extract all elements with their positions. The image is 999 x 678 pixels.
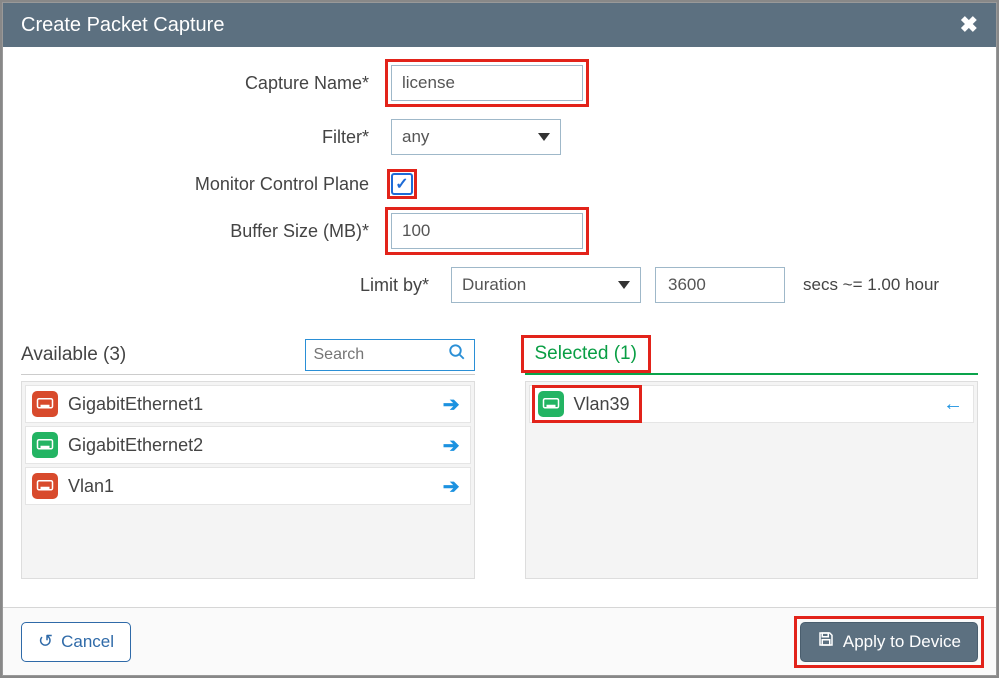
row-buffer-size: Buffer Size (MB)* xyxy=(21,213,978,249)
cancel-label: Cancel xyxy=(61,632,114,652)
buffer-size-input[interactable] xyxy=(391,213,583,249)
modal-title: Create Packet Capture xyxy=(21,14,224,37)
chevron-down-icon xyxy=(618,281,630,289)
ethernet-port-icon xyxy=(538,391,564,417)
ethernet-port-icon xyxy=(32,473,58,499)
interface-name: Vlan1 xyxy=(68,476,114,497)
ethernet-port-icon xyxy=(32,432,58,458)
apply-to-device-button[interactable]: Apply to Device xyxy=(800,622,978,662)
available-search[interactable] xyxy=(305,339,475,371)
modal-header: Create Packet Capture ✖ xyxy=(3,3,996,47)
capture-name-input[interactable] xyxy=(391,65,583,101)
limit-seconds-input[interactable] xyxy=(655,267,785,303)
apply-label: Apply to Device xyxy=(843,632,961,652)
limit-by-value: Duration xyxy=(462,275,526,295)
row-monitor-cp: Monitor Control Plane ✓ xyxy=(21,173,978,195)
selected-title: Selected (1) xyxy=(525,339,647,369)
filter-value: any xyxy=(402,127,429,147)
save-icon xyxy=(817,630,835,653)
label-monitor-cp: Monitor Control Plane xyxy=(21,174,391,195)
row-capture-name: Capture Name* xyxy=(21,65,978,101)
selected-list: Vlan39 ← xyxy=(525,381,979,579)
available-list: GigabitEthernet1 ➔ GigabitEthernet2 ➔ xyxy=(21,381,475,579)
interface-name: GigabitEthernet2 xyxy=(68,435,203,456)
cancel-button[interactable]: ↺ Cancel xyxy=(21,622,131,662)
search-input[interactable] xyxy=(314,346,442,364)
form-area: Capture Name* Filter* any Monitor Co xyxy=(21,65,978,339)
filter-select[interactable]: any xyxy=(391,119,561,155)
arrow-left-icon[interactable]: ← xyxy=(943,393,963,416)
close-icon[interactable]: ✖ xyxy=(960,12,978,38)
modal-body: Capture Name* Filter* any Monitor Co xyxy=(3,47,996,607)
available-panel: Available (3) xyxy=(21,339,475,579)
list-item[interactable]: Vlan39 ← xyxy=(529,385,975,423)
list-item[interactable]: GigabitEthernet1 ➔ xyxy=(25,385,471,423)
selected-panel: Selected (1) Vlan39 ← xyxy=(525,339,979,579)
row-filter: Filter* any xyxy=(21,119,978,155)
row-limit-by: Limit by* Duration secs ~= 1.00 hour xyxy=(81,267,978,303)
undo-icon: ↺ xyxy=(38,631,53,652)
modal-footer: ↺ Cancel Apply to Device xyxy=(3,607,996,675)
limit-by-select[interactable]: Duration xyxy=(451,267,641,303)
label-limit-by: Limit by* xyxy=(81,275,451,296)
arrow-right-icon[interactable]: ➔ xyxy=(443,474,460,499)
label-capture-name: Capture Name* xyxy=(21,73,391,94)
list-item[interactable]: Vlan1 ➔ xyxy=(25,467,471,505)
interface-name: GigabitEthernet1 xyxy=(68,394,203,415)
label-filter: Filter* xyxy=(21,127,391,148)
arrow-right-icon[interactable]: ➔ xyxy=(443,433,460,458)
limit-hint: secs ~= 1.00 hour xyxy=(803,275,939,295)
create-packet-capture-modal: Create Packet Capture ✖ Capture Name* Fi… xyxy=(2,2,997,676)
ethernet-port-icon xyxy=(32,391,58,417)
interface-name: Vlan39 xyxy=(574,394,630,415)
available-title: Available (3) xyxy=(21,344,126,366)
label-buffer-size: Buffer Size (MB)* xyxy=(21,221,391,242)
arrow-right-icon[interactable]: ➔ xyxy=(443,392,460,417)
list-item[interactable]: GigabitEthernet2 ➔ xyxy=(25,426,471,464)
interface-lists: Available (3) xyxy=(21,339,978,579)
monitor-cp-checkbox[interactable]: ✓ xyxy=(391,173,413,195)
chevron-down-icon xyxy=(538,133,550,141)
search-icon xyxy=(448,343,466,366)
